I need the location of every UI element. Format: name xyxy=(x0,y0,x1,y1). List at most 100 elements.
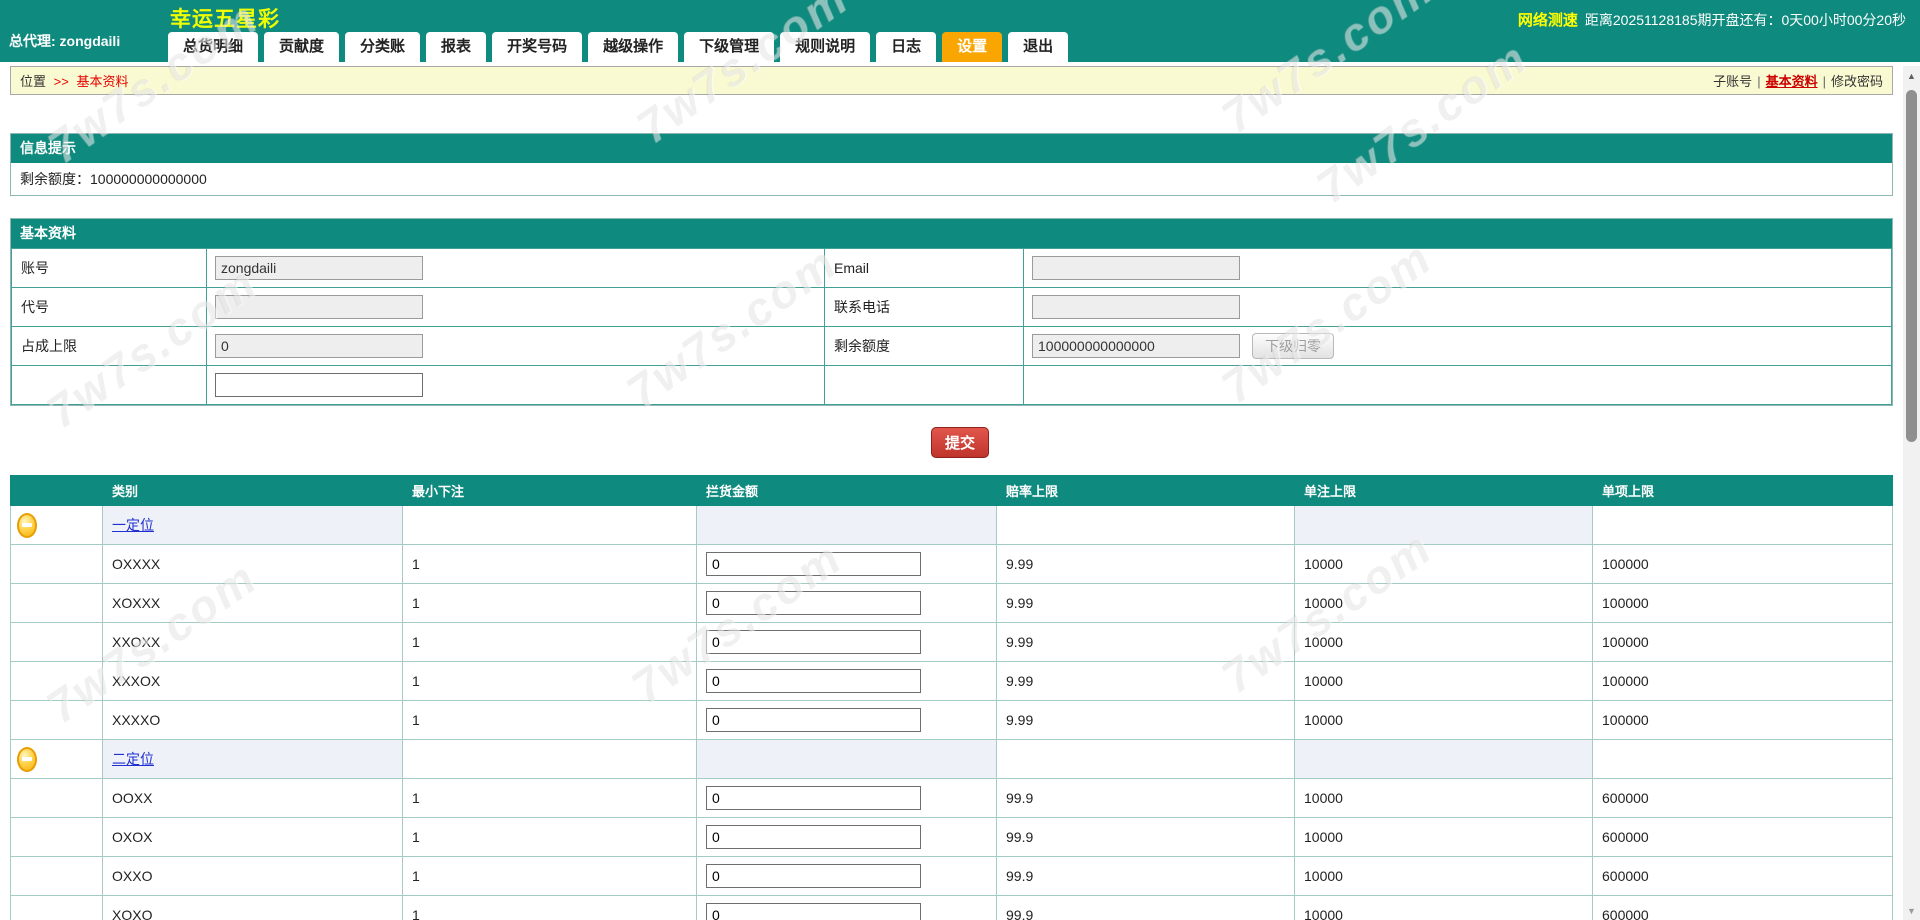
table-row: XOXO1 99.910000600000 xyxy=(10,895,1893,920)
block-amount-cell xyxy=(696,544,997,584)
min-bet-cell: 1 xyxy=(402,895,697,920)
group-row: 二定位 xyxy=(10,739,1893,779)
group-empty-cell xyxy=(402,739,697,779)
single-limit-cell: 10000 xyxy=(1294,583,1593,623)
form-row: 账号 Email xyxy=(11,248,1892,288)
nav-tab[interactable]: 开奖号码 xyxy=(492,32,583,62)
single-limit-cell: 10000 xyxy=(1294,544,1593,584)
item-limit-cell: 100000 xyxy=(1592,622,1893,662)
nav-tab[interactable]: 日志 xyxy=(876,32,937,62)
account-link[interactable]: 子账号 xyxy=(1713,74,1752,89)
icon-column-header xyxy=(10,475,103,506)
block-amount-input[interactable] xyxy=(706,669,921,693)
empty-label xyxy=(824,365,1024,405)
group-icon-cell xyxy=(10,739,103,779)
info-panel-body: 剩余额度：100000000000000 xyxy=(11,163,1892,195)
nav-tab[interactable]: 报表 xyxy=(426,32,487,62)
item-limit-cell: 100000 xyxy=(1592,583,1893,623)
agent-label: 总代理: zongdaili xyxy=(9,33,121,49)
category-cell: XXXXO xyxy=(102,700,403,740)
limits-table-wrap: 类别最小下注拦货金额赔率上限单注上限单项上限 一定位OXXXX19.991000… xyxy=(10,475,1893,920)
row-icon-cell xyxy=(10,817,103,857)
group-link[interactable]: 二定位 xyxy=(112,751,154,767)
block-amount-input[interactable] xyxy=(706,630,921,654)
nav-tab[interactable]: 分类账 xyxy=(345,32,421,62)
table-row: OOXX1 99.910000600000 xyxy=(10,778,1893,818)
group-row: 一定位 xyxy=(10,505,1893,545)
min-bet-cell: 1 xyxy=(402,700,697,740)
email-input xyxy=(1032,256,1240,280)
block-amount-input[interactable] xyxy=(706,708,921,732)
block-amount-input[interactable] xyxy=(706,864,921,888)
block-amount-cell xyxy=(696,778,997,818)
category-cell: XOXXX xyxy=(102,583,403,623)
table-row: XOXXX1 9.9910000100000 xyxy=(10,583,1893,623)
column-header: 赔率上限 xyxy=(996,475,1295,506)
block-amount-cell xyxy=(696,622,997,662)
collapse-group-icon[interactable] xyxy=(17,746,37,772)
group-empty-cell xyxy=(996,505,1295,545)
account-link[interactable]: 基本资料 xyxy=(1766,74,1818,89)
nav-tab[interactable]: 规则说明 xyxy=(780,32,871,62)
info-panel-title: 信息提示 xyxy=(11,134,1892,163)
single-limit-cell: 10000 xyxy=(1294,817,1593,857)
nav-tab[interactable]: 越级操作 xyxy=(588,32,679,62)
nav-tab[interactable]: 贡献度 xyxy=(264,32,340,62)
nav-tab[interactable]: 退出 xyxy=(1008,32,1069,62)
email-cell xyxy=(1023,248,1892,288)
code-input xyxy=(215,295,423,319)
nav-tab[interactable]: 设置 xyxy=(942,32,1003,62)
column-header: 单注上限 xyxy=(1294,475,1593,506)
submit-button[interactable]: 提交 xyxy=(930,427,989,458)
group-link[interactable]: 一定位 xyxy=(112,517,154,533)
odds-limit-cell: 99.9 xyxy=(996,817,1295,857)
vertical-scrollbar[interactable]: ▲ ▼ xyxy=(1903,66,1920,920)
row-icon-cell xyxy=(10,544,103,584)
odds-limit-cell: 9.99 xyxy=(996,544,1295,584)
link-separator: | xyxy=(1757,74,1761,89)
account-links: 子账号 | 基本资料 | 修改密码 xyxy=(1713,71,1883,90)
block-amount-input[interactable] xyxy=(706,903,921,920)
block-amount-input[interactable] xyxy=(706,591,921,615)
collapse-group-icon[interactable] xyxy=(17,512,37,538)
group-empty-cell xyxy=(696,739,997,779)
submit-row: 提交 xyxy=(0,427,1920,458)
page-title: 幸运五星彩 xyxy=(170,8,280,31)
item-limit-cell: 600000 xyxy=(1592,817,1893,857)
row-icon-cell xyxy=(10,622,103,662)
header-right: 网络测速 距离20251128185期开盘还有：0天00小时00分20秒 xyxy=(1518,9,1906,30)
scrollbar-down-arrow-icon[interactable]: ▼ xyxy=(1903,903,1920,920)
row-icon-cell xyxy=(10,700,103,740)
scrollbar-up-arrow-icon[interactable]: ▲ xyxy=(1903,68,1920,85)
group-empty-cell xyxy=(996,739,1295,779)
extra-cell xyxy=(206,365,825,405)
block-amount-input[interactable] xyxy=(706,786,921,810)
nav-tab[interactable]: 下级管理 xyxy=(684,32,775,62)
scrollbar-thumb[interactable] xyxy=(1906,90,1917,442)
min-bet-cell: 1 xyxy=(402,544,697,584)
extra-input[interactable] xyxy=(215,373,423,397)
info-panel: 信息提示 剩余额度：100000000000000 xyxy=(10,133,1893,196)
phone-label: 联系电话 xyxy=(824,287,1024,327)
block-amount-input[interactable] xyxy=(706,825,921,849)
profile-form-title: 基本资料 xyxy=(11,219,1892,248)
block-amount-input[interactable] xyxy=(706,552,921,576)
extra-label xyxy=(11,365,207,405)
nav-tab[interactable]: 总货明细 xyxy=(168,32,259,62)
table-row: XXXXO1 9.9910000100000 xyxy=(10,700,1893,740)
breadcrumb-separator: >> xyxy=(53,74,69,89)
row-icon-cell xyxy=(10,778,103,818)
item-limit-cell: 600000 xyxy=(1592,778,1893,818)
table-row: OXXO1 99.910000600000 xyxy=(10,856,1893,896)
group-empty-cell xyxy=(1592,739,1893,779)
account-link[interactable]: 修改密码 xyxy=(1831,74,1883,89)
group-empty-cell xyxy=(1294,505,1593,545)
min-bet-cell: 1 xyxy=(402,661,697,701)
form-row: 占成上限 剩余额度 下级归零 xyxy=(11,326,1892,366)
group-empty-cell xyxy=(1294,739,1593,779)
item-limit-cell: 600000 xyxy=(1592,895,1893,920)
category-cell: XXOXX xyxy=(102,622,403,662)
empty-cell xyxy=(1023,365,1892,405)
network-speed-test-link[interactable]: 网络测速 xyxy=(1518,9,1578,30)
single-limit-cell: 10000 xyxy=(1294,856,1593,896)
